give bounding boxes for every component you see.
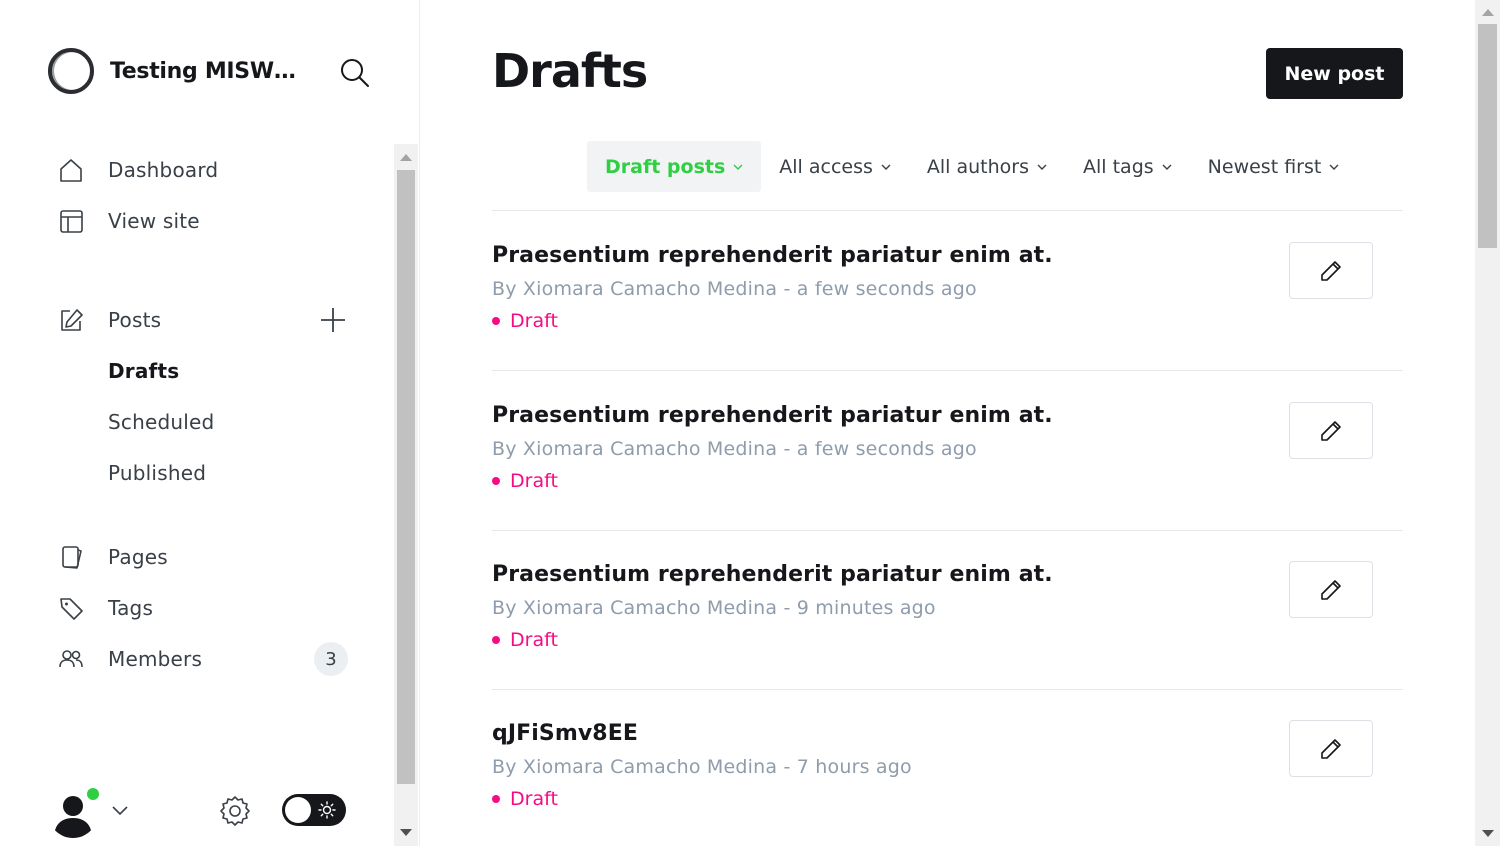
status-label: Draft [510, 310, 558, 332]
sidebar-scrollbar[interactable] [394, 144, 418, 846]
online-status-dot [85, 786, 101, 802]
filter-tags[interactable]: All tags [1065, 141, 1190, 192]
nav-scheduled[interactable]: Scheduled [108, 402, 214, 442]
sidebar-footer [48, 786, 368, 838]
post-meta: By Xiomara Camacho Medina - a few second… [492, 438, 977, 460]
post-title: Praesentium reprehenderit pariatur enim … [492, 403, 1053, 428]
nav-pages-label: Pages [108, 545, 168, 569]
chevron-down-icon[interactable] [110, 800, 130, 820]
layout-icon [56, 206, 86, 236]
post-status: Draft [492, 470, 558, 492]
pencil-icon [1321, 579, 1341, 600]
nav-pages[interactable]: Pages [56, 537, 168, 577]
nav-tags-label: Tags [108, 596, 154, 620]
chevron-down-icon [1162, 164, 1172, 170]
brand[interactable]: Testing MISW41... [48, 48, 310, 94]
filter-authors[interactable]: All authors [909, 141, 1065, 192]
post-status: Draft [492, 310, 558, 332]
edit-post-button[interactable] [1289, 720, 1373, 777]
nav-tags[interactable]: Tags [56, 588, 153, 628]
post-status: Draft [492, 788, 558, 810]
page-title: Drafts [492, 44, 648, 98]
scroll-up-arrow[interactable] [400, 154, 412, 161]
pencil-icon [1321, 738, 1341, 759]
nav-posts[interactable]: Posts [56, 300, 161, 340]
chevron-down-icon [1329, 164, 1339, 170]
theme-toggle[interactable] [282, 794, 346, 826]
edit-post-button[interactable] [1289, 402, 1373, 459]
filter-access[interactable]: All access [761, 141, 909, 192]
new-post-button[interactable]: New post [1266, 48, 1403, 99]
nav-members-label: Members [108, 647, 203, 671]
gear-icon[interactable] [218, 794, 252, 828]
sidebar: Testing MISW41... Dashboard View site Po… [0, 0, 420, 846]
status-dot [492, 795, 500, 803]
site-name: Testing MISW41... [110, 58, 310, 84]
post-list-item[interactable]: Praesentium reprehenderit pariatur enim … [492, 211, 1403, 371]
nav-drafts[interactable]: Drafts [108, 351, 179, 391]
nav-dashboard[interactable]: Dashboard [56, 150, 218, 190]
post-title: qJFiSmv8EE [492, 721, 638, 746]
edit-icon [56, 305, 86, 335]
status-label: Draft [510, 470, 558, 492]
plus-icon[interactable] [318, 305, 348, 335]
nav-dashboard-label: Dashboard [108, 158, 219, 182]
post-title: Praesentium reprehenderit pariatur enim … [492, 562, 1053, 587]
status-label: Draft [510, 788, 558, 810]
home-icon [56, 155, 86, 185]
sun-icon [318, 801, 336, 819]
filter-order[interactable]: Newest first [1190, 141, 1358, 192]
nav-published[interactable]: Published [108, 453, 206, 493]
members-count-badge: 3 [314, 642, 348, 676]
filter-authors-label: All authors [926, 155, 1030, 178]
post-title: Praesentium reprehenderit pariatur enim … [492, 243, 1053, 268]
edit-post-button[interactable] [1289, 242, 1373, 299]
pencil-icon [1321, 260, 1341, 281]
members-icon [56, 644, 86, 674]
filter-tags-label: All tags [1083, 155, 1154, 178]
scroll-down-arrow[interactable] [400, 829, 412, 836]
filter-access-label: All access [779, 155, 873, 178]
chevron-down-icon [881, 164, 891, 170]
nav-view-site[interactable]: View site [56, 201, 200, 241]
search-icon[interactable] [338, 56, 372, 90]
post-list-item[interactable]: qJFiSmv8EE By Xiomara Camacho Medina - 7… [492, 689, 1403, 846]
toggle-knob [285, 797, 311, 823]
post-list-item[interactable]: Praesentium reprehenderit pariatur enim … [492, 530, 1403, 690]
filter-type-label: Draft posts [605, 155, 726, 178]
pencil-icon [1321, 420, 1341, 441]
status-dot [492, 317, 500, 325]
chevron-down-icon [733, 164, 743, 170]
post-meta: By Xiomara Camacho Medina - 9 minutes ag… [492, 597, 936, 619]
status-dot [492, 636, 500, 644]
page-scrollbar[interactable] [1475, 0, 1500, 846]
chevron-down-icon [1037, 164, 1047, 170]
post-status: Draft [492, 629, 558, 651]
main-content: Drafts New post Draft posts All access A… [421, 0, 1475, 846]
scroll-thumb[interactable] [1478, 24, 1497, 248]
filter-bar: Draft posts All access All authors All t… [587, 141, 1357, 192]
status-label: Draft [510, 629, 558, 651]
scroll-down-arrow[interactable] [1482, 830, 1494, 837]
nav-members[interactable]: Members [56, 639, 202, 679]
filter-type[interactable]: Draft posts [587, 141, 762, 192]
site-logo [48, 48, 94, 94]
post-meta: By Xiomara Camacho Medina - a few second… [492, 278, 977, 300]
page-icon [56, 542, 86, 572]
nav-view-site-label: View site [108, 209, 200, 233]
tag-icon [56, 593, 86, 623]
post-meta: By Xiomara Camacho Medina - 7 hours ago [492, 756, 912, 778]
edit-post-button[interactable] [1289, 561, 1373, 618]
nav-posts-label: Posts [108, 308, 162, 332]
status-dot [492, 477, 500, 485]
filter-order-label: Newest first [1207, 155, 1322, 178]
scroll-up-arrow[interactable] [1482, 9, 1494, 16]
post-list-item[interactable]: Praesentium reprehenderit pariatur enim … [492, 371, 1403, 531]
scroll-thumb[interactable] [397, 170, 415, 784]
